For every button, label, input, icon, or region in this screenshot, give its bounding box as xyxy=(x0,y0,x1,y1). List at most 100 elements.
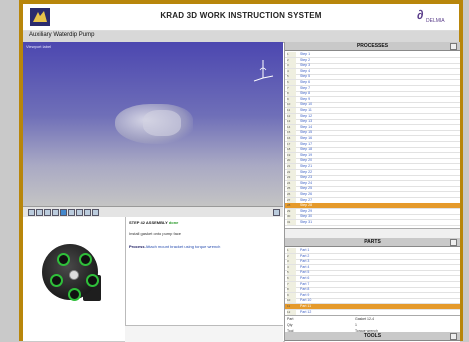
part-row-number: 3 xyxy=(287,259,296,265)
process-row-label: Step 29 xyxy=(300,208,313,213)
part-row-label: Part 8 xyxy=(300,287,310,292)
collapse-parts-button[interactable] xyxy=(450,239,457,246)
process-row-number: 30 xyxy=(287,214,296,220)
info-value: 1 xyxy=(355,323,357,327)
collapse-processes-button[interactable] xyxy=(450,43,457,50)
process-row-label: Step 6 xyxy=(300,80,311,84)
zoom-button[interactable] xyxy=(44,209,51,216)
process-row-label: Step 16 xyxy=(300,136,313,140)
process-row-number: 16 xyxy=(287,136,296,141)
app-frame: KRAD 3D WORK INSTRUCTION SYSTEM ∂ DELMIA… xyxy=(19,0,463,342)
3d-viewport[interactable]: Viewport label xyxy=(23,42,283,206)
process-row-number: 6 xyxy=(287,80,296,85)
process-row-label: Step 4 xyxy=(300,68,311,73)
process-row-label: Step 5 xyxy=(300,74,311,79)
assembly-title: Auxiliary Waterdip Pump xyxy=(29,32,95,38)
step-status-badge: done xyxy=(168,220,179,225)
step-back-button[interactable] xyxy=(68,209,75,216)
page-title: KRAD 3D WORK INSTRUCTION SYSTEM xyxy=(160,11,322,20)
bolt-hole xyxy=(68,288,81,301)
bolt-hole xyxy=(86,274,99,287)
instruction-step: STEP 42 ASSEMBLY xyxy=(129,220,168,225)
process-row-number: 1 xyxy=(287,52,296,57)
reset-button[interactable] xyxy=(92,209,99,216)
part-row-number: 5 xyxy=(287,270,296,276)
part-row-label: Part 2 xyxy=(300,253,310,258)
collapse-bottom-panel-button[interactable] xyxy=(450,333,457,340)
process-row-number: 3 xyxy=(287,63,296,69)
instruction-text: Install gasket onto pump face xyxy=(129,231,182,236)
delmia-mark-icon: ∂ xyxy=(417,7,424,22)
process-row-number: 14 xyxy=(287,124,296,130)
process-row-number: 31 xyxy=(287,220,296,225)
info-key: Qty xyxy=(287,323,293,327)
process-row-label: Step 3 xyxy=(300,63,311,68)
right-sidebar: PROCESSES 1 Step 1 2 Step 2 3 Step 3 4 Step 45S… xyxy=(284,42,460,342)
part-row-label: Part 3 xyxy=(300,259,310,264)
process-row-label: Step 10 xyxy=(300,102,313,107)
process-row-number: 8 xyxy=(287,91,296,97)
part-row-label: Part 1 xyxy=(300,248,310,252)
play-button[interactable] xyxy=(60,209,67,216)
part-row-label: Part 5 xyxy=(300,270,310,275)
process-row-label: Step 19 xyxy=(300,152,313,157)
info-value: Gasket 12-4 xyxy=(355,317,375,321)
expand-button[interactable] xyxy=(273,209,280,216)
part-row-label: Part 11 xyxy=(300,304,312,308)
part-row-number: 7 xyxy=(287,281,296,287)
instruction-link[interactable]: Attach mount bracket using torque wrench xyxy=(145,244,220,249)
delmia-logo: ∂ DELMIA xyxy=(417,7,451,27)
process-row[interactable]: 31 Step 31 xyxy=(285,220,460,226)
part-row-number: 8 xyxy=(287,287,296,293)
header-bar: KRAD 3D WORK INSTRUCTION SYSTEM ∂ DELMIA xyxy=(23,4,459,31)
process-row-number: 20 xyxy=(287,158,296,164)
process-row-number: 10 xyxy=(287,102,296,108)
shaft-center xyxy=(69,270,79,280)
process-row-number: 29 xyxy=(287,208,296,214)
process-row-number: 11 xyxy=(287,108,296,113)
process-row-number: 12 xyxy=(287,113,296,119)
process-row-label: Step 13 xyxy=(300,119,313,124)
part-row-number: 11 xyxy=(287,304,296,309)
process-row-label: Step 18 xyxy=(300,147,313,152)
part-row-number: 9 xyxy=(287,292,296,298)
part-row-label: Part 10 xyxy=(300,298,312,303)
part-row-number: 1 xyxy=(287,248,296,253)
process-row-label: Step 8 xyxy=(300,91,311,96)
parts-header: PARTS xyxy=(285,238,460,247)
process-row-label: Step 28 xyxy=(300,203,313,208)
part-row-label: Part 12 xyxy=(300,309,312,314)
process-row-number: 19 xyxy=(287,152,296,158)
process-row-number: 21 xyxy=(287,164,296,169)
processes-title: PROCESSES xyxy=(356,43,389,49)
delmia-logo-text: DELMIA xyxy=(426,18,445,24)
rotate-button[interactable] xyxy=(28,209,35,216)
process-row-number: 18 xyxy=(287,147,296,153)
stop-button[interactable] xyxy=(84,209,91,216)
process-row-number: 7 xyxy=(287,85,296,91)
process-row-label: Step 26 xyxy=(300,192,313,196)
app-window: KRAD 3D WORK INSTRUCTION SYSTEM ∂ DELMIA… xyxy=(23,4,460,342)
process-row-label: Step 24 xyxy=(300,180,313,185)
bolt-hole xyxy=(79,253,92,266)
bottom-panel-header: TOOLS xyxy=(285,332,460,341)
pan-button[interactable] xyxy=(36,209,43,216)
instruction-panel: STEP 42 ASSEMBLY done Install gasket ont… xyxy=(125,217,284,325)
part-row-number: 2 xyxy=(287,253,296,259)
process-row-label: Step 21 xyxy=(300,164,313,168)
parts-title: PARTS xyxy=(364,239,381,245)
process-row-label: Step 23 xyxy=(300,175,313,180)
fit-button[interactable] xyxy=(52,209,59,216)
process-row-label: Step 2 xyxy=(300,57,311,62)
instruction-step-line: STEP 42 ASSEMBLY done xyxy=(129,220,178,225)
process-row-label: Step 11 xyxy=(300,108,312,112)
process-row-label: Step 22 xyxy=(300,169,313,174)
process-row-number: 27 xyxy=(287,197,296,203)
step-forward-button[interactable] xyxy=(76,209,83,216)
process-row-number: 9 xyxy=(287,96,296,102)
process-row-label: Step 17 xyxy=(300,141,313,146)
process-row-number: 5 xyxy=(287,74,296,80)
part-row-label: Part 6 xyxy=(300,276,310,280)
process-row-number: 4 xyxy=(287,68,296,74)
axis-triad-icon[interactable] xyxy=(251,56,275,82)
